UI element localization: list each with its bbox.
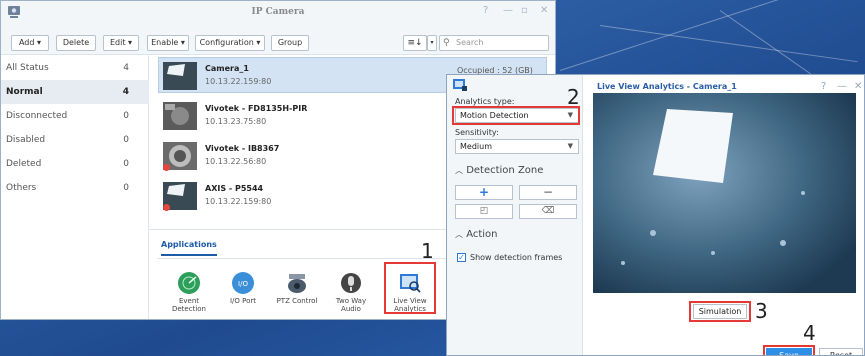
callout-box-4 xyxy=(763,345,815,355)
camera-name: AXIS - P5544 xyxy=(205,184,264,193)
sidebar-item-label: Disconnected xyxy=(6,111,68,121)
callout-box-2 xyxy=(452,106,580,125)
minimize-icon[interactable]: — xyxy=(837,81,847,92)
action-label: Action xyxy=(466,229,498,240)
group-button[interactable]: Group xyxy=(271,35,309,51)
app-label: Event Detection xyxy=(171,297,206,313)
desktop-decoration xyxy=(559,0,865,71)
close-icon[interactable]: ✕ xyxy=(854,81,862,92)
app-label: PTZ Control xyxy=(276,297,318,305)
show-detection-frames-label: Show detection frames xyxy=(470,253,563,262)
io-port-icon: I/O xyxy=(232,272,254,294)
sidebar-item-disconnected[interactable]: Disconnected 0 xyxy=(1,104,149,128)
sensitivity-value: Medium xyxy=(460,142,492,151)
svg-text:I/O: I/O xyxy=(238,280,248,288)
sidebar-item-others[interactable]: Others 0 xyxy=(1,176,149,200)
live-view-analytics-app-icon xyxy=(453,79,467,94)
show-detection-frames-checkbox[interactable]: ✓ xyxy=(457,253,466,262)
camera-ip: 10.13.22.159:80 xyxy=(205,197,272,206)
sidebar-item-count: 4 xyxy=(122,87,129,97)
sort-icon[interactable]: ≡↓ xyxy=(403,35,427,51)
camera-thumbnail xyxy=(163,62,197,90)
sidebar-item-all-status[interactable]: All Status 4 xyxy=(1,56,149,80)
status-sidebar: All Status 4 Normal 4 Disconnected 0 Dis… xyxy=(1,56,149,319)
callout-box-3 xyxy=(689,301,751,322)
chevron-down-icon: ▼ xyxy=(567,142,573,150)
sensitivity-select[interactable]: Medium ▼ xyxy=(455,139,579,154)
live-view-title: Live View Analytics - Camera_1 xyxy=(597,82,737,91)
microphone-icon xyxy=(340,272,362,294)
search-icon: ⚲ xyxy=(443,38,450,48)
toolbar: Add ▾ Delete Edit ▾ Enable ▾ Configurati… xyxy=(1,29,555,55)
help-icon[interactable]: ? xyxy=(821,81,826,92)
sidebar-item-count: 0 xyxy=(123,159,129,169)
live-view-analytics-window: Analytics type: Motion Detection ▼ 2 Sen… xyxy=(446,74,865,356)
analytics-settings-panel: Analytics type: Motion Detection ▼ 2 Sen… xyxy=(447,75,583,355)
camera-thumbnail xyxy=(163,102,197,130)
sidebar-item-label: Disabled xyxy=(6,135,46,145)
enable-button[interactable]: Enable ▾ xyxy=(147,35,189,51)
sidebar-item-count: 4 xyxy=(123,63,129,73)
camera-live-view xyxy=(593,93,856,293)
sidebar-item-label: Normal xyxy=(6,87,43,97)
chevron-up-icon: ︿ xyxy=(455,230,463,239)
eraser-icon[interactable]: ⌫ xyxy=(519,204,577,219)
app-two-way-audio[interactable]: Two Way Audio xyxy=(327,272,375,313)
action-header[interactable]: ︿ Action xyxy=(455,229,498,240)
app-ptz-control[interactable]: PTZ Control xyxy=(273,272,321,305)
detection-zone-label: Detection Zone xyxy=(466,165,544,176)
maximize-icon[interactable]: ▫ xyxy=(521,5,528,16)
callout-number-4: 4 xyxy=(803,321,816,345)
sidebar-item-count: 0 xyxy=(123,135,129,145)
sensitivity-label: Sensitivity: xyxy=(455,128,499,137)
add-button[interactable]: Add ▾ xyxy=(11,35,49,51)
recording-status-dot xyxy=(163,164,170,171)
add-zone-button[interactable]: + xyxy=(455,185,513,200)
camera-name: Vivotek - FD8135H-PIR xyxy=(205,104,308,113)
detection-zone-header[interactable]: ︿ Detection Zone xyxy=(455,165,543,176)
remove-zone-button[interactable]: − xyxy=(519,185,577,200)
camera-name: Vivotek - IB8367 xyxy=(205,144,280,153)
sidebar-item-count: 0 xyxy=(123,111,129,121)
camera-ip: 10.13.22.159:80 xyxy=(205,77,272,86)
sidebar-item-label: Deleted xyxy=(6,159,42,169)
radar-icon xyxy=(178,272,200,294)
search-input[interactable]: Search xyxy=(439,35,549,51)
help-icon[interactable]: ? xyxy=(483,5,488,16)
add-region-icon[interactable]: ◰ xyxy=(455,204,513,219)
app-label: I/O Port xyxy=(229,297,257,305)
reset-button[interactable]: Reset xyxy=(819,348,863,355)
chevron-up-icon: ︿ xyxy=(455,166,463,175)
app-event-detection[interactable]: Event Detection xyxy=(165,272,213,313)
camera-name: Camera_1 xyxy=(205,64,249,73)
camera-ip: 10.13.22.56:80 xyxy=(205,157,267,166)
delete-button[interactable]: Delete xyxy=(56,35,96,51)
app-label: Two Way Audio xyxy=(335,297,367,313)
minimize-icon[interactable]: — xyxy=(503,5,513,16)
edit-button[interactable]: Edit ▾ xyxy=(103,35,139,51)
window-title: IP Camera xyxy=(251,7,305,17)
callout-box-1 xyxy=(384,262,436,314)
sidebar-item-label: All Status xyxy=(6,63,49,73)
callout-number-1: 1 xyxy=(421,239,434,263)
callout-number-3: 3 xyxy=(755,299,768,323)
sidebar-item-count: 0 xyxy=(123,183,129,193)
recording-status-dot xyxy=(163,204,170,211)
app-io-port[interactable]: I/O I/O Port xyxy=(219,272,267,305)
configuration-button[interactable]: Configuration ▾ xyxy=(195,35,265,51)
camera-ip: 10.13.23.75:80 xyxy=(205,117,267,126)
sidebar-item-deleted[interactable]: Deleted 0 xyxy=(1,152,149,176)
sidebar-item-label: Others xyxy=(6,183,37,193)
sort-dropdown-icon[interactable]: ▾ xyxy=(427,35,437,51)
tab-applications[interactable]: Applications xyxy=(161,240,217,256)
sidebar-item-disabled[interactable]: Disabled 0 xyxy=(1,128,149,152)
close-icon[interactable]: ✕ xyxy=(540,5,548,16)
title-bar: IP Camera ? — ▫ ✕ xyxy=(1,1,555,29)
live-view-panel: Live View Analytics - Camera_1 ? — ✕ Sim… xyxy=(583,75,864,355)
ptz-camera-icon xyxy=(286,272,308,294)
sidebar-item-normal[interactable]: Normal 4 xyxy=(1,80,149,104)
analytics-type-label: Analytics type: xyxy=(455,97,515,106)
callout-number-2: 2 xyxy=(567,85,580,109)
